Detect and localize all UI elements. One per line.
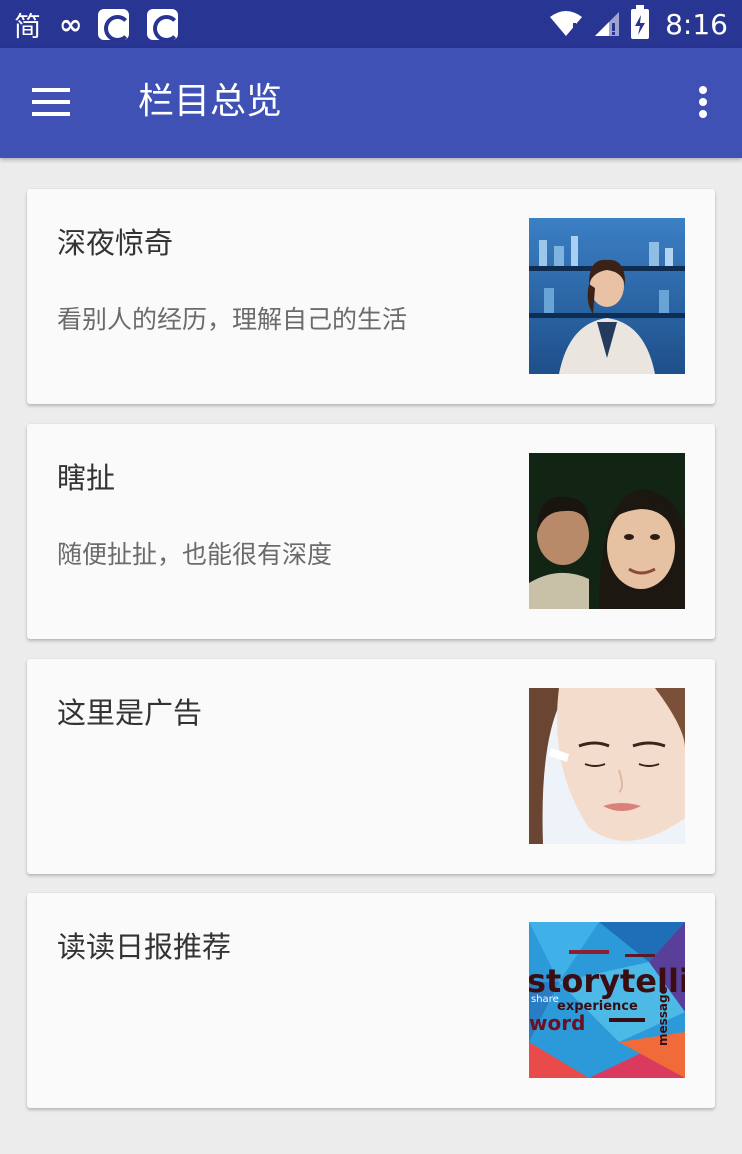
card-title: 深夜惊奇 (57, 226, 174, 260)
app-bar: 栏目总览 (0, 48, 742, 158)
hamburger-menu-icon[interactable] (32, 88, 70, 118)
column-card[interactable]: 瞎扯 随便扯扯，也能很有深度 (27, 424, 715, 639)
input-method-indicator: 简 (14, 11, 41, 43)
column-card[interactable]: 读读日报推荐 storytelling experience word shar… (27, 893, 715, 1108)
status-left: 简 ∞ (14, 5, 181, 44)
app-notification-icon-2 (147, 8, 181, 42)
app-notification-icon (98, 8, 132, 42)
battery-icon (631, 5, 650, 39)
signal-icon (595, 12, 620, 36)
card-description: 随便扯扯，也能很有深度 (57, 540, 333, 569)
card-title: 瞎扯 (57, 461, 116, 495)
card-description: 看别人的经历，理解自己的生活 (57, 305, 408, 334)
status-bar: 简 ∞ 8:16 (0, 0, 742, 48)
wifi-icon (550, 11, 583, 36)
page-title: 栏目总览 (138, 81, 283, 122)
card-thumbnail: storytelling experience word share messa… (529, 922, 685, 1078)
message-word: message (656, 986, 670, 1046)
column-card[interactable]: 这里是广告 (27, 659, 715, 874)
card-thumbnail (529, 688, 685, 844)
status-right: 8:16 (549, 5, 728, 41)
more-vert-icon[interactable] (696, 86, 710, 122)
column-card[interactable]: 深夜惊奇 看别人的经历，理解自己的生活 (27, 189, 715, 404)
card-thumbnail (529, 453, 685, 609)
word-word: word (529, 1011, 585, 1035)
card-thumbnail (529, 218, 685, 374)
infinity-icon: ∞ (59, 7, 82, 41)
share-word: share (531, 994, 559, 1005)
clock: 8:16 (665, 7, 728, 41)
card-title: 读读日报推荐 (57, 930, 232, 964)
card-title: 这里是广告 (57, 696, 203, 730)
